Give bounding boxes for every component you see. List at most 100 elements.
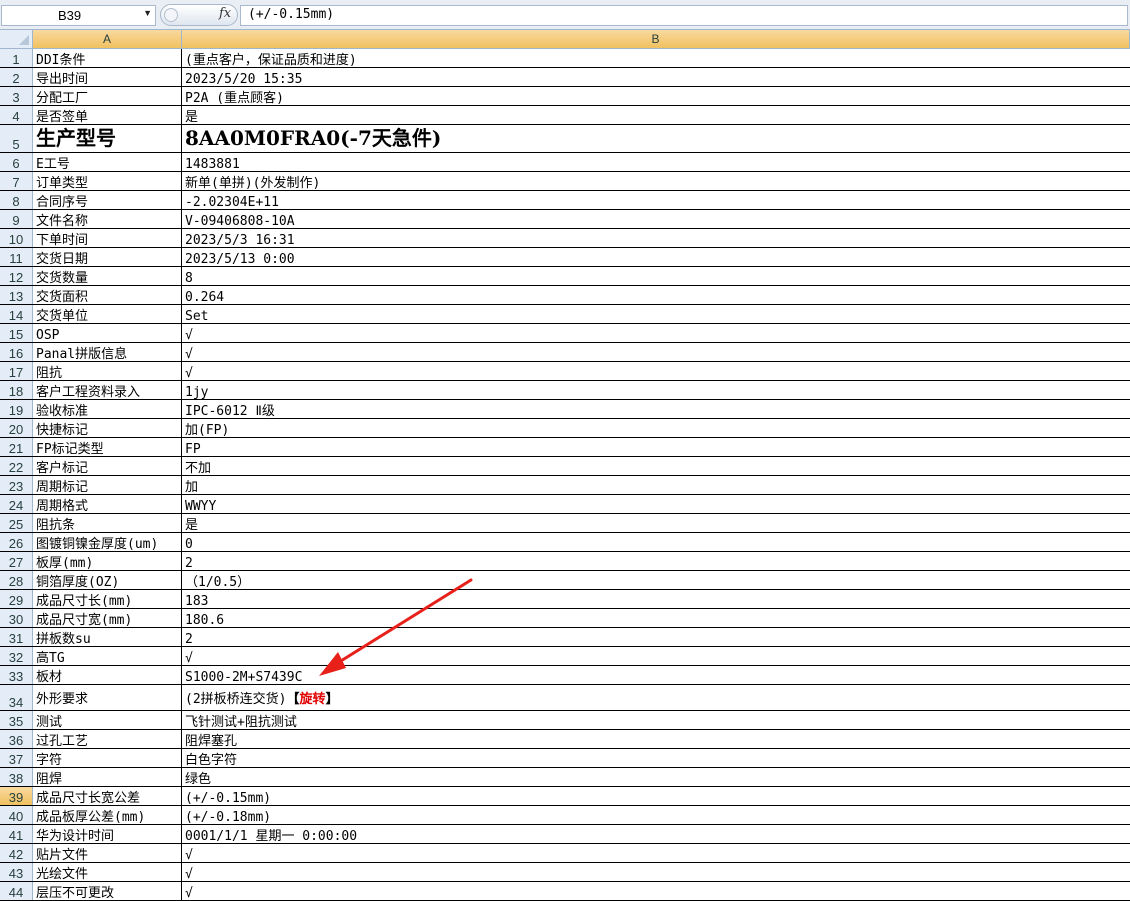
cell-a[interactable]: 拼板数su xyxy=(33,628,182,646)
formula-input[interactable]: (+/-0.15mm) xyxy=(240,5,1128,26)
cell-b[interactable]: √ xyxy=(182,647,1130,665)
row-header[interactable]: 34 xyxy=(0,685,33,710)
cell-a[interactable]: 成品板厚公差(mm) xyxy=(33,806,182,824)
cell-a[interactable]: 成品尺寸长宽公差 xyxy=(33,787,182,805)
cell-a[interactable]: 客户标记 xyxy=(33,457,182,475)
cell-a[interactable]: 光绘文件 xyxy=(33,863,182,881)
cell-a[interactable]: 导出时间 xyxy=(33,68,182,86)
column-header-a[interactable]: A xyxy=(33,30,182,49)
row-header[interactable]: 1 xyxy=(0,49,33,67)
cell-a[interactable]: Panal拼版信息 xyxy=(33,343,182,361)
row-header[interactable]: 4 xyxy=(0,106,33,124)
cell-a[interactable]: 生产型号 xyxy=(33,125,182,152)
cell-a[interactable]: 高TG xyxy=(33,647,182,665)
row-header[interactable]: 32 xyxy=(0,647,33,665)
cell-b[interactable]: WWYY xyxy=(182,495,1130,513)
cell-a[interactable]: 成品尺寸宽(mm) xyxy=(33,609,182,627)
cell-b[interactable]: √ xyxy=(182,863,1130,881)
row-header[interactable]: 3 xyxy=(0,87,33,105)
cell-b[interactable]: 不加 xyxy=(182,457,1130,475)
insert-function-icon[interactable]: fx xyxy=(219,6,231,21)
cell-a[interactable]: 验收标准 xyxy=(33,400,182,418)
row-header[interactable]: 14 xyxy=(0,305,33,323)
row-header[interactable]: 38 xyxy=(0,768,33,786)
row-header[interactable]: 11 xyxy=(0,248,33,266)
cell-b[interactable]: 1483881 xyxy=(182,153,1130,171)
cell-b[interactable]: 绿色 xyxy=(182,768,1130,786)
row-header[interactable]: 5 xyxy=(0,125,33,152)
row-header[interactable]: 17 xyxy=(0,362,33,380)
row-header[interactable]: 31 xyxy=(0,628,33,646)
cell-a[interactable]: 周期标记 xyxy=(33,476,182,494)
row-header[interactable]: 42 xyxy=(0,844,33,862)
cell-b[interactable]: 阻焊塞孔 xyxy=(182,730,1130,748)
cell-a[interactable]: 分配工厂 xyxy=(33,87,182,105)
cell-a[interactable]: 贴片文件 xyxy=(33,844,182,862)
cell-b[interactable]: FP xyxy=(182,438,1130,456)
formula-expand-handle[interactable] xyxy=(164,8,178,22)
cell-b[interactable]: 白色字符 xyxy=(182,749,1130,767)
cell-a[interactable]: DDI条件 xyxy=(33,49,182,67)
cell-b[interactable]: 2023/5/13 0:00 xyxy=(182,248,1130,266)
cell-a[interactable]: 下单时间 xyxy=(33,229,182,247)
row-header[interactable]: 13 xyxy=(0,286,33,304)
row-header[interactable]: 19 xyxy=(0,400,33,418)
cell-a[interactable]: 周期格式 xyxy=(33,495,182,513)
cell-b[interactable]: 是 xyxy=(182,514,1130,532)
cell-b[interactable]: 2 xyxy=(182,628,1130,646)
cell-b[interactable]: 是 xyxy=(182,106,1130,124)
cell-a[interactable]: 板厚(mm) xyxy=(33,552,182,570)
cell-b[interactable]: 2023/5/3 16:31 xyxy=(182,229,1130,247)
cell-b[interactable]: 2 xyxy=(182,552,1130,570)
cell-b[interactable]: V-09406808-10A xyxy=(182,210,1130,228)
cell-b[interactable]: (+/-0.18mm) xyxy=(182,806,1130,824)
cell-b[interactable]: (+/-0.15mm) xyxy=(182,787,1130,805)
row-header[interactable]: 43 xyxy=(0,863,33,881)
cell-b[interactable]: 飞针测试+阻抗测试 xyxy=(182,711,1130,729)
cell-b[interactable]: √ xyxy=(182,844,1130,862)
cell-a[interactable]: 文件名称 xyxy=(33,210,182,228)
cell-a[interactable]: 阻焊 xyxy=(33,768,182,786)
cell-a[interactable]: 字符 xyxy=(33,749,182,767)
cell-a[interactable]: 交货数量 xyxy=(33,267,182,285)
row-header[interactable]: 16 xyxy=(0,343,33,361)
row-header[interactable]: 28 xyxy=(0,571,33,589)
cell-a[interactable]: 快捷标记 xyxy=(33,419,182,437)
cell-b[interactable]: √ xyxy=(182,324,1130,342)
row-header[interactable]: 2 xyxy=(0,68,33,86)
cell-b[interactable]: S1000-2M+S7439C xyxy=(182,666,1130,684)
row-header[interactable]: 6 xyxy=(0,153,33,171)
row-header[interactable]: 10 xyxy=(0,229,33,247)
cell-b[interactable]: 0001/1/1 星期一 0:00:00 xyxy=(182,825,1130,843)
cell-b[interactable]: IPC-6012 Ⅱ级 xyxy=(182,400,1130,418)
cell-b[interactable]: 180.6 xyxy=(182,609,1130,627)
row-header[interactable]: 9 xyxy=(0,210,33,228)
cell-a[interactable]: 合同序号 xyxy=(33,191,182,209)
row-header[interactable]: 33 xyxy=(0,666,33,684)
cell-b[interactable]: (重点客户，保证品质和进度) xyxy=(182,49,1130,67)
cell-b[interactable]: √ xyxy=(182,882,1130,900)
row-header[interactable]: 22 xyxy=(0,457,33,475)
cell-a[interactable]: 外形要求 xyxy=(33,685,182,710)
row-header[interactable]: 21 xyxy=(0,438,33,456)
cell-a[interactable]: 交货面积 xyxy=(33,286,182,304)
row-header[interactable]: 24 xyxy=(0,495,33,513)
row-header[interactable]: 23 xyxy=(0,476,33,494)
row-header[interactable]: 30 xyxy=(0,609,33,627)
cell-a[interactable]: 图镀铜镍金厚度(um) xyxy=(33,533,182,551)
row-header[interactable]: 8 xyxy=(0,191,33,209)
cell-b[interactable]: 183 xyxy=(182,590,1130,608)
row-header[interactable]: 29 xyxy=(0,590,33,608)
row-header[interactable]: 7 xyxy=(0,172,33,190)
row-header[interactable]: 15 xyxy=(0,324,33,342)
cell-b[interactable]: 加 xyxy=(182,476,1130,494)
cell-b[interactable]: 2023/5/20 15:35 xyxy=(182,68,1130,86)
cell-b[interactable]: 8AA0M0FRA0(-7天急件) xyxy=(182,125,1130,152)
cell-b[interactable]: （1/0.5） xyxy=(182,571,1130,589)
cell-a[interactable]: FP标记类型 xyxy=(33,438,182,456)
cell-a[interactable]: 客户工程资料录入 xyxy=(33,381,182,399)
name-box[interactable]: B39 ▼ xyxy=(1,5,156,26)
cell-a[interactable]: 华为设计时间 xyxy=(33,825,182,843)
row-header[interactable]: 44 xyxy=(0,882,33,900)
row-header[interactable]: 41 xyxy=(0,825,33,843)
